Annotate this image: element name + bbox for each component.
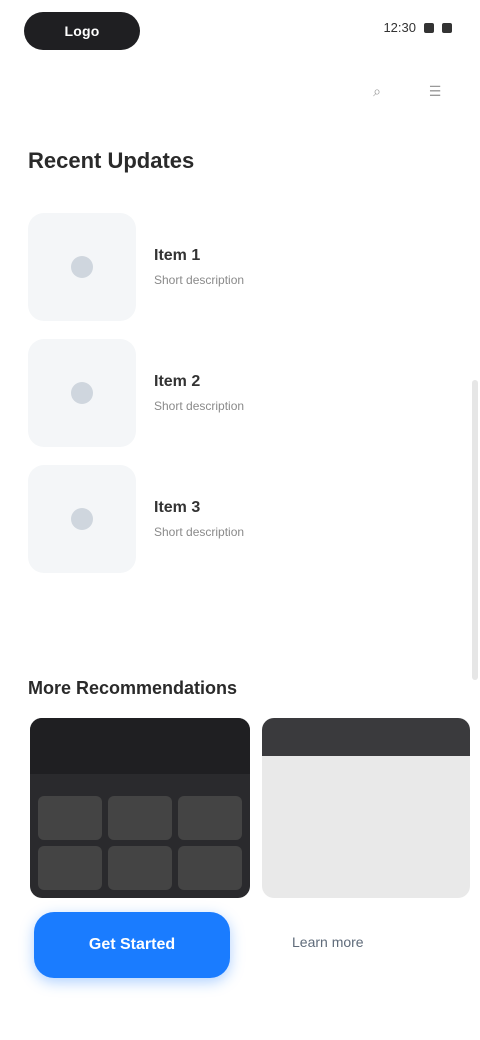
item-thumbnail	[28, 213, 136, 321]
section-title-recent: Recent Updates	[28, 148, 195, 173]
media-card-header	[30, 718, 250, 774]
secondary-link[interactable]: Learn more	[292, 934, 364, 950]
item-title: Item 3	[154, 499, 201, 516]
search-icon[interactable]: ⌕	[368, 82, 386, 100]
scrollbar[interactable]	[472, 380, 478, 680]
media-cell	[38, 846, 102, 890]
media-cell	[38, 796, 102, 840]
item-thumbnail	[28, 339, 136, 447]
primary-button[interactable]: Get Started	[34, 912, 230, 978]
top-icons: ⌕ ☰	[368, 82, 444, 100]
placeholder-icon	[71, 256, 93, 278]
item-meta: Item 1 Short description	[154, 247, 244, 287]
app-logo[interactable]: Logo	[24, 12, 140, 50]
item-title: Item 1	[154, 247, 201, 264]
recent-list: Item 1 Short description Item 2 Short de…	[28, 208, 452, 586]
media-cell	[108, 796, 172, 840]
battery-icon	[442, 22, 452, 33]
item-subtitle: Short description	[154, 273, 245, 287]
media-card-grid	[30, 788, 250, 898]
media-card-left[interactable]	[30, 718, 250, 898]
media-cell	[178, 796, 242, 840]
signal-icon	[424, 22, 434, 33]
media-row	[30, 718, 470, 898]
list-item[interactable]: Item 2 Short description	[28, 334, 452, 452]
item-meta: Item 2 Short description	[154, 373, 244, 413]
media-card-header	[262, 718, 470, 756]
placeholder-icon	[71, 508, 93, 530]
media-cell	[178, 846, 242, 890]
top-bar: Logo 12:30 ⌕ ☰	[0, 0, 480, 120]
list-item[interactable]: Item 1 Short description	[28, 208, 452, 326]
item-meta: Item 3 Short description	[154, 499, 244, 539]
menu-icon[interactable]: ☰	[426, 82, 444, 100]
status-time: 12:30	[383, 20, 416, 35]
status-area: 12:30	[383, 20, 452, 35]
media-cell	[108, 846, 172, 890]
item-subtitle: Short description	[154, 399, 245, 413]
media-card-right[interactable]	[262, 718, 470, 898]
placeholder-icon	[71, 382, 93, 404]
item-subtitle: Short description	[154, 525, 245, 539]
item-title: Item 2	[154, 373, 201, 390]
list-item[interactable]: Item 3 Short description	[28, 460, 452, 578]
item-thumbnail	[28, 465, 136, 573]
section-title-more: More Recommendations	[28, 678, 238, 698]
